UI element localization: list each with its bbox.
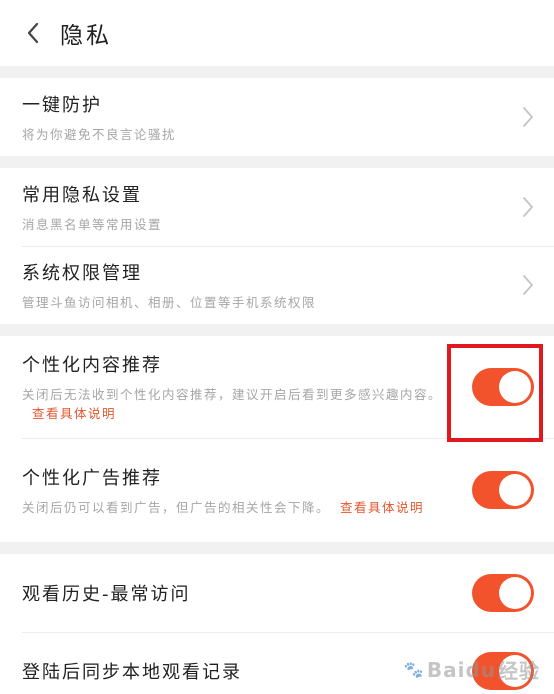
row-description: 消息黑名单等常用设置: [22, 216, 163, 232]
one-key-protection-row[interactable]: 一键防护 将为你避免不良言论骚扰: [0, 78, 554, 156]
back-button[interactable]: [18, 18, 48, 48]
watermark-brand: Baidu: [426, 657, 496, 682]
row-title: 一键防护: [22, 94, 102, 116]
row-title: 个性化内容推荐: [22, 355, 162, 376]
section-settings: 常用隐私设置 消息黑名单等常用设置 系统权限管理 管理斗鱼访问相机、相册、位置等…: [0, 168, 554, 324]
toggle-knob: [499, 577, 531, 609]
watermark-suffix: 经验: [498, 659, 540, 683]
row-title: 系统权限管理: [22, 262, 142, 284]
row-description-text: 关闭后仍可以看到广告，但广告的相关性会下降。: [22, 499, 331, 515]
page-title: 隐私: [60, 23, 112, 49]
watch-history-row: 观看历史-最常访问: [0, 554, 554, 632]
toggle-knob: [499, 474, 531, 506]
row-description: 关闭后无法收到个性化内容推荐，建议开启后看到更多感兴趣内容。查看具体说明: [22, 385, 444, 423]
baidu-watermark: 🐾 Baidu 经验: [404, 655, 540, 684]
personalized-ads-toggle[interactable]: [472, 471, 534, 509]
row-title: 观看历史-最常访问: [22, 584, 191, 605]
row-description: 管理斗鱼访问相机、相册、位置等手机系统权限: [22, 294, 317, 310]
chevron-left-icon: [27, 22, 39, 44]
view-details-link[interactable]: 查看具体说明: [340, 500, 424, 515]
chevron-right-icon: [523, 197, 533, 217]
highlight-box: [447, 344, 543, 442]
paw-icon: 🐾: [403, 660, 425, 679]
row-description: 将为你避免不良言论骚扰: [22, 126, 177, 142]
header-bar: 隐私: [0, 0, 554, 66]
row-description-text: 关闭后无法收到个性化内容推荐，建议开启后看到更多感兴趣内容。: [22, 387, 443, 402]
row-title: 登陆后同步本地观看记录: [22, 662, 242, 683]
personalized-ads-row: 个性化广告推荐 关闭后仍可以看到广告，但广告的相关性会下降。 查看具体说明: [0, 438, 554, 542]
view-details-link[interactable]: 查看具体说明: [32, 406, 116, 421]
chevron-right-icon: [523, 275, 533, 295]
watch-history-toggle[interactable]: [472, 574, 534, 612]
common-privacy-settings-row[interactable]: 常用隐私设置 消息黑名单等常用设置: [0, 168, 554, 246]
section-protection: 一键防护 将为你避免不良言论骚扰: [0, 78, 554, 156]
chevron-right-icon: [523, 107, 533, 127]
system-permission-row[interactable]: 系统权限管理 管理斗鱼访问相机、相册、位置等手机系统权限: [0, 246, 554, 324]
row-title: 个性化广告推荐: [22, 467, 162, 489]
row-description: 关闭后仍可以看到广告，但广告的相关性会下降。 查看具体说明: [22, 498, 444, 517]
row-title: 常用隐私设置: [22, 184, 142, 206]
